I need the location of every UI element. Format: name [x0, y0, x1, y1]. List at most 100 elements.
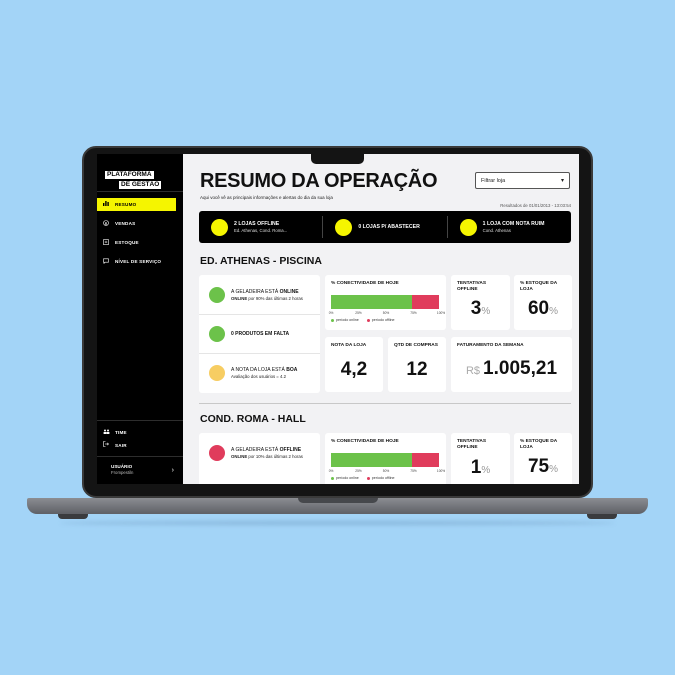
bar-ticks: 0% 25% 50% 75% 100%	[328, 311, 445, 316]
alert-title: 0 LOJAS P/ ABASTECER	[358, 223, 420, 230]
sidebar-divider	[97, 191, 183, 192]
bar-online-segment	[331, 295, 412, 309]
offline-attempts-card: TENTATIVAS OFFLINE 3%	[451, 275, 510, 330]
clipboard-icon	[97, 238, 115, 247]
chevron-down-icon: ▾	[560, 178, 564, 184]
tick-label: 50%	[382, 311, 390, 315]
alerts-bar: 2 LOJAS OFFLINE Ed. Athenas, Cond. Roma.…	[199, 211, 571, 243]
logo-line-1: PLATAFORMA	[104, 170, 155, 180]
sidebar-item-label: NÍVEL DE SERVIÇO	[115, 259, 162, 264]
bar-legend: período online período offline	[331, 476, 395, 480]
status-sub: ONLINE por 90% das últimas 2 horas	[231, 295, 303, 301]
sidebar-item-vendas[interactable]: $ VENDAS	[97, 217, 176, 230]
alert-item[interactable]: 0 LOJAS P/ ABASTECER	[322, 216, 446, 238]
dollar-icon: $	[97, 219, 115, 228]
alert-dot	[459, 218, 477, 236]
card-label: NOTA DA LOJA	[331, 343, 367, 348]
sidebar-item-label: ESTOQUE	[115, 240, 139, 245]
card-label: TENTATIVAS OFFLINE	[457, 439, 487, 450]
sidebar-item-label: VENDAS	[115, 221, 136, 226]
status-text: A GELADEIRA ESTÁ OFFLINE	[231, 446, 302, 453]
card-label: FATURAMENTO DA SEMANA	[457, 343, 524, 348]
alert-dot	[211, 218, 228, 236]
status-row: A GELADEIRA ESTÁ ONLINE ONLINE por 90% d…	[199, 275, 320, 314]
chat-icon	[97, 258, 115, 266]
alert-sub: Cond. Athenas	[482, 228, 511, 233]
bar-offline-segment	[412, 453, 439, 467]
alert-title: 2 LOJAS OFFLINE	[234, 221, 280, 227]
logo-line-2: DE GESTÃO	[118, 180, 163, 190]
sidebar-item-resumo[interactable]: RESUMO	[97, 198, 176, 211]
card-label: % CONECTIVIDADE DE HOJE	[331, 281, 399, 286]
laptop-foot-right	[587, 514, 617, 519]
alert-item[interactable]: 2 LOJAS OFFLINE Ed. Athenas, Cond. Roma.…	[199, 216, 322, 238]
bar-chart-icon	[97, 201, 115, 208]
last-updated: Resultados de 01/01/2013 - 13:03:54	[500, 203, 571, 208]
status-dot	[209, 326, 225, 342]
sidebar-item-nivel-servico[interactable]: NÍVEL DE SERVIÇO	[97, 255, 176, 268]
logout-icon	[97, 441, 115, 449]
connectivity-card: % CONECTIVIDADE DE HOJE 0% 25% 50% 75% 1…	[325, 275, 446, 330]
offline-attempts-value: 1%	[470, 457, 491, 478]
sidebar-item-estoque[interactable]: ESTOQUE	[97, 236, 176, 249]
status-text: A NOTA DA LOJA ESTÁ BOA	[231, 367, 298, 373]
stock-card: % ESTOQUE DA LOJA 60%	[514, 275, 572, 330]
tick-label: 75%	[410, 469, 417, 473]
logo: PLATAFORMA DE GESTÃO	[104, 163, 163, 190]
alert-title: 1 LOJA COM NOTA RUIM	[482, 221, 545, 227]
page-title: RESUMO DA OPERAÇÃO	[200, 170, 438, 192]
sidebar-item-label: SAIR	[115, 442, 127, 448]
store-filter-select[interactable]: Filtrar loja ▾	[475, 172, 570, 189]
stock-value: 75%	[527, 456, 559, 477]
sidebar-item-sair[interactable]: SAIR	[97, 439, 176, 451]
card-label: % CONECTIVIDADE DE HOJE	[331, 439, 399, 444]
sidebar-item-label: RESUMO	[115, 202, 137, 207]
alert-dot	[335, 218, 353, 236]
legend-offline: período offline	[366, 318, 395, 322]
svg-text:$: $	[105, 220, 108, 225]
status-sub: Avaliação dos usuários = 4.2	[231, 374, 286, 379]
status-row: 0 PRODUTOS EM FALTA	[199, 314, 320, 353]
stock-value: 60%	[527, 298, 559, 319]
status-dot	[209, 286, 225, 303]
tick-label: 100%	[436, 469, 446, 473]
status-text: 0 PRODUTOS EM FALTA	[231, 331, 290, 337]
legend-online: período online	[331, 476, 359, 480]
tick-label: 0%	[328, 311, 334, 315]
sidebar-item-label: TIME	[115, 429, 127, 435]
laptop-foot-left	[58, 514, 88, 519]
stock-card: % ESTOQUE DA LOJA 75%	[514, 433, 572, 484]
revenue-value: R$ 1.005,21	[465, 358, 558, 379]
sidebar-nav: RESUMO $ VENDAS ESTOQUE NÍVEL DE SERVIÇO	[97, 198, 183, 274]
connectivity-bar	[331, 453, 439, 467]
revenue-card: FATURAMENTO DA SEMANA R$ 1.005,21	[451, 337, 572, 392]
sidebar-bottom-nav: TIME SAIR	[97, 426, 183, 452]
section-divider	[199, 403, 571, 404]
page-subtitle: Aqui você vê as principais informações e…	[200, 195, 333, 200]
alert-item[interactable]: 1 LOJA COM NOTA RUIM Cond. Athenas	[446, 216, 571, 238]
store-title: COND. ROMA - HALL	[200, 413, 306, 425]
rating-value: 4,2	[340, 359, 368, 380]
tick-label: 50%	[382, 469, 390, 473]
sidebar-divider	[97, 420, 183, 421]
purchases-card: QTD DE COMPRAS 12	[388, 337, 446, 392]
laptop-shadow	[60, 521, 615, 525]
tick-label: 25%	[355, 469, 362, 473]
sidebar-item-time[interactable]: TIME	[97, 426, 176, 438]
filter-placeholder: Filtrar loja	[481, 178, 506, 184]
team-icon	[97, 429, 115, 436]
purchases-value: 12	[406, 359, 428, 380]
legend-online: período online	[331, 318, 359, 322]
bar-ticks: 0% 25% 50% 75% 100%	[329, 469, 445, 474]
connectivity-bar	[331, 295, 439, 309]
sidebar: PLATAFORMA DE GESTÃO RESUMO $ VENDAS EST…	[97, 154, 183, 484]
app-screen: PLATAFORMA DE GESTÃO RESUMO $ VENDAS EST…	[97, 154, 579, 484]
camera-notch	[311, 153, 364, 164]
tick-label: 75%	[410, 311, 417, 315]
connectivity-card: % CONECTIVIDADE DE HOJE 0% 25% 50% 75% 1…	[325, 433, 446, 484]
bar-online-segment	[331, 453, 412, 467]
offline-attempts-card: TENTATIVAS OFFLINE 1%	[451, 433, 510, 484]
card-label: QTD DE COMPRAS	[394, 343, 438, 348]
user-menu[interactable]: USUÁRIO Frompestiln ›	[97, 464, 183, 475]
status-dot	[209, 444, 225, 461]
